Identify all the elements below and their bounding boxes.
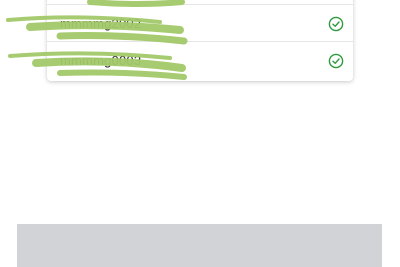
check-circle-icon (328, 53, 344, 69)
list-item-label: mmmmg0003 (60, 53, 142, 68)
check-circle-icon (328, 16, 344, 32)
page: mmmmg2002 mmmmg0003 (0, 0, 400, 267)
bottom-panel (17, 224, 382, 267)
account-list-card: mmmmg2002 mmmmg0003 (47, 0, 353, 81)
list-item[interactable]: mmmmg2002 (47, 4, 353, 42)
list-item[interactable]: mmmmg0003 (47, 42, 353, 80)
list-item-label: mmmmg2002 (60, 16, 142, 31)
